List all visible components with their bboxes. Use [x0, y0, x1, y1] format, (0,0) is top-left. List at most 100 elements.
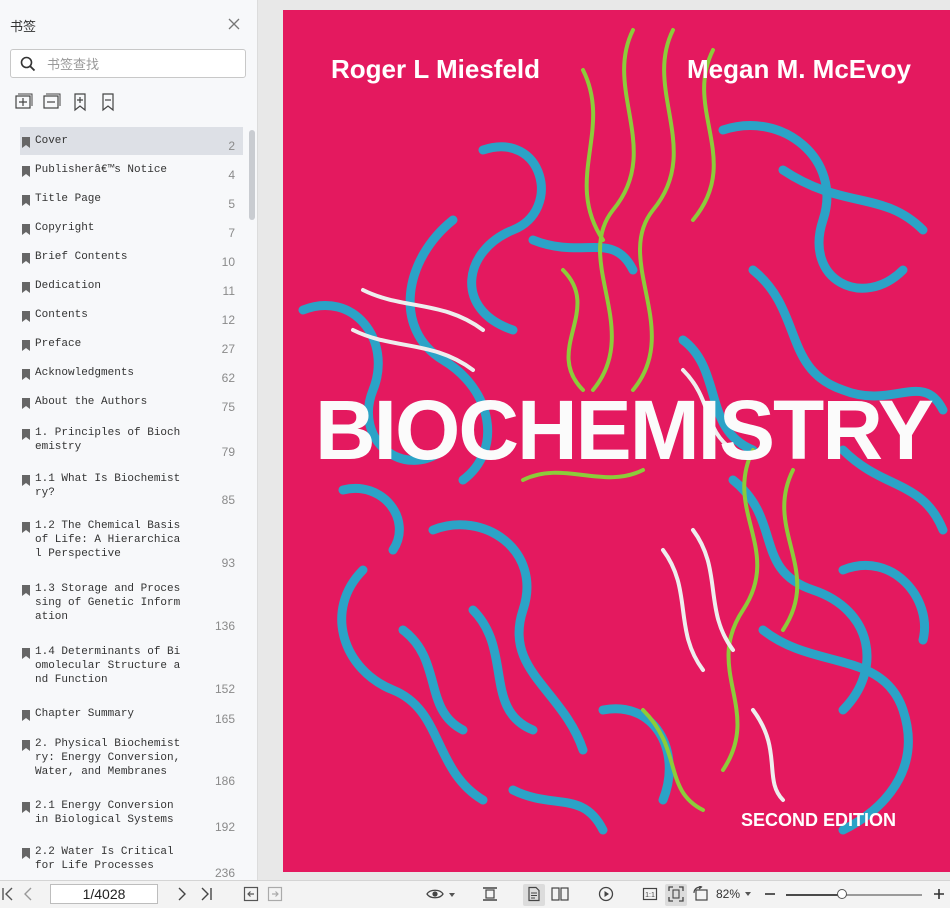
previous-page-icon[interactable]	[20, 886, 36, 902]
first-page-icon[interactable]	[0, 886, 16, 902]
delete-bookmark-icon[interactable]	[98, 92, 118, 112]
forward-view-icon[interactable]	[267, 886, 283, 902]
edition-label: SECOND EDITION	[741, 810, 897, 830]
actual-size-icon[interactable]: 1:1	[642, 886, 658, 902]
zoom-in-icon[interactable]	[931, 886, 947, 902]
two-page-icon[interactable]	[551, 886, 569, 902]
bookmark-item[interactable]: Dedication 11	[20, 272, 243, 300]
bookmark-page: 10	[221, 255, 235, 269]
bookmark-panel: 书签 Cover	[0, 0, 258, 880]
bookmark-page: 93	[221, 556, 235, 570]
bookmark-page: 192	[214, 820, 235, 834]
single-page-icon[interactable]	[526, 886, 542, 902]
svg-text:1:1: 1:1	[645, 892, 655, 899]
bookmark-page: 186	[214, 774, 235, 788]
bookmark-icon	[22, 311, 30, 322]
bookmark-icon	[22, 429, 30, 440]
bookmark-page: 85	[221, 493, 235, 507]
page-number-input[interactable]	[50, 884, 158, 904]
document-view[interactable]: Roger L Miesfeld Megan M. McEvoy BIOCHEM…	[259, 0, 950, 880]
bookmark-item[interactable]: 2.2 Water Is Critical for Life Processes…	[20, 838, 243, 880]
author-1: Roger L Miesfeld	[331, 54, 541, 84]
bookmark-label: 2.2 Water Is Critical for Life Processes	[35, 846, 174, 872]
bookmark-item[interactable]: About the Authors 75	[20, 388, 243, 416]
bookmark-item[interactable]: Preface 27	[20, 330, 243, 358]
bookmark-search-box[interactable]	[10, 49, 246, 78]
play-icon[interactable]	[598, 886, 614, 902]
bookmark-icon	[22, 740, 30, 751]
bookmark-item[interactable]: Brief Contents 10	[20, 243, 243, 271]
zoom-level[interactable]: 82%	[716, 887, 740, 901]
next-page-icon[interactable]	[174, 886, 190, 902]
panel-title: 书签	[10, 19, 37, 34]
bookmark-page: 152	[214, 682, 235, 696]
back-view-icon[interactable]	[243, 886, 259, 902]
bookmark-icon	[22, 282, 30, 293]
bookmark-list: Cover 2 Publisherâ€™s Notice 4 Title Pag…	[0, 126, 258, 880]
bookmark-item[interactable]: 2.1 Energy Conversion in Biological Syst…	[20, 792, 243, 836]
zoom-dropdown-arrow-icon[interactable]	[745, 892, 751, 896]
bookmark-item[interactable]: Publisherâ€™s Notice 4	[20, 156, 243, 184]
bookmark-item[interactable]: Acknowledgments 62	[20, 359, 243, 387]
bookmark-icon	[22, 522, 30, 533]
bookmark-page: 11	[222, 284, 235, 298]
bookmark-label: Acknowledgments	[35, 367, 135, 379]
bookmark-label: 1.3 Storage and Processing of Genetic In…	[35, 583, 181, 623]
bookmark-item[interactable]: 1.3 Storage and Processing of Genetic In…	[20, 575, 243, 635]
bookmark-search-input[interactable]	[45, 54, 239, 75]
bookmark-label: About the Authors	[35, 396, 148, 408]
eye-icon[interactable]	[426, 886, 444, 902]
bookmark-item[interactable]: Contents 12	[20, 301, 243, 329]
bookmark-label: Copyright	[35, 222, 95, 234]
zoom-slider[interactable]	[786, 889, 922, 899]
bookmark-icon	[22, 166, 30, 177]
bookmark-item[interactable]: 1.2 The Chemical Basis of Life: A Hierar…	[20, 512, 243, 572]
collapse-all-icon[interactable]	[42, 92, 62, 112]
fit-page-icon[interactable]	[668, 886, 684, 902]
bookmark-page: 2	[228, 139, 235, 153]
bookmark-label: 1. Principles of Biochemistry	[35, 427, 181, 453]
bookmark-label: 1.1 What Is Biochemistry?	[35, 473, 181, 499]
bookmark-icon	[22, 340, 30, 351]
bookmark-page: 27	[221, 342, 235, 356]
bookmark-item[interactable]: Copyright 7	[20, 214, 243, 242]
add-bookmark-icon[interactable]	[70, 92, 90, 112]
bookmark-item[interactable]: 1.4 Determinants of Biomolecular Structu…	[20, 638, 243, 698]
bookmark-icon	[22, 137, 30, 148]
bookmark-label: 1.4 Determinants of Biomolecular Structu…	[35, 646, 181, 686]
bookmark-label: Dedication	[35, 280, 102, 292]
bookmark-item[interactable]: Cover 2	[20, 127, 243, 155]
bookmark-label: Contents	[35, 309, 88, 321]
expand-all-icon[interactable]	[14, 92, 34, 112]
bookmark-page: 5	[228, 197, 235, 211]
bookmark-page: 236	[214, 866, 235, 880]
bookmark-icon	[22, 648, 30, 659]
bookmark-item[interactable]: Title Page 5	[20, 185, 243, 213]
bookmark-item[interactable]: 1.1 What Is Biochemistry? 85	[20, 465, 243, 509]
close-icon[interactable]	[226, 16, 242, 32]
bookmark-item[interactable]: Chapter Summary 165	[20, 700, 243, 728]
bookmark-icon	[22, 475, 30, 486]
last-page-icon[interactable]	[198, 886, 214, 902]
bookmark-page: 75	[221, 400, 235, 414]
bookmark-label: Preface	[35, 338, 82, 350]
bookmark-icon	[22, 802, 30, 813]
bookmark-label: Publisherâ€™s Notice	[35, 164, 168, 176]
bookmark-page: 62	[221, 371, 235, 385]
rotate-icon[interactable]	[693, 886, 709, 902]
bookmark-scrollbar[interactable]	[249, 130, 255, 220]
fit-width-icon[interactable]	[482, 886, 498, 902]
bookmark-page: 4	[228, 168, 235, 182]
bookmark-page: 79	[221, 445, 235, 459]
bookmark-item[interactable]: 2. Physical Biochemistry: Energy Convers…	[20, 730, 243, 790]
bookmark-label: Cover	[35, 135, 69, 147]
eye-dropdown-arrow-icon[interactable]	[449, 893, 455, 897]
bookmark-icon	[22, 253, 30, 264]
bookmark-item[interactable]: 1. Principles of Biochemistry 79	[20, 419, 243, 461]
search-icon	[20, 56, 36, 72]
zoom-slider-thumb[interactable]	[836, 889, 847, 899]
zoom-out-icon[interactable]	[762, 886, 778, 902]
bookmark-page: 7	[228, 226, 235, 240]
bookmark-label: Chapter Summary	[35, 708, 135, 720]
bookmark-icon	[22, 398, 30, 409]
